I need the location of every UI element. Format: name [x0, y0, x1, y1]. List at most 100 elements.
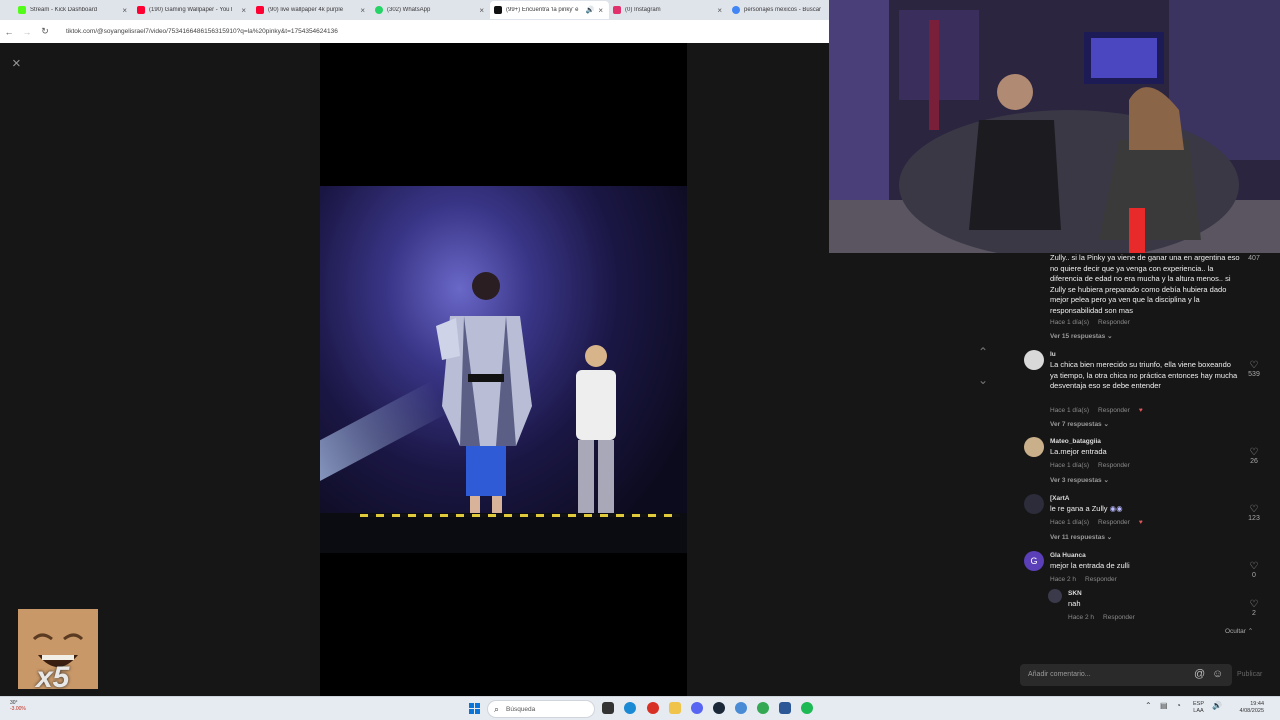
reply-meta: Hace 2 h Responder — [1068, 614, 1135, 621]
comment-username[interactable]: lu — [1050, 351, 1056, 358]
like-count: 539 — [1248, 371, 1260, 378]
emoji-icon[interactable]: ☺ — [1212, 668, 1223, 680]
app-icon[interactable] — [735, 702, 747, 714]
tab-whatsapp[interactable]: (302) WhatsApp × — [371, 1, 490, 19]
search-icon: ⌕ — [494, 704, 500, 714]
taskbar-search[interactable]: ⌕ Búsqueda — [487, 700, 595, 718]
avatar[interactable] — [1048, 589, 1062, 603]
clock[interactable]: 19:44 4/08/2025 — [1228, 701, 1264, 715]
reply-button[interactable]: Responder — [1103, 614, 1135, 621]
webcam-overlay — [829, 0, 1280, 253]
network-icon[interactable]: ▤ — [1160, 701, 1168, 710]
avatar[interactable] — [1024, 437, 1044, 457]
reply-button[interactable]: Responder — [1098, 519, 1130, 526]
heart-icon: ♡ — [1249, 360, 1259, 371]
view-replies-button[interactable]: Ver 7 respuestas ⌄ — [1050, 420, 1109, 428]
stage-stripe — [360, 514, 680, 517]
folder-icon[interactable] — [669, 702, 681, 714]
weather-change: -3.00% — [10, 706, 26, 712]
close-icon[interactable]: × — [717, 6, 722, 15]
forward-icon[interactable]: → — [18, 27, 36, 37]
reply-text: nah — [1068, 599, 1081, 608]
tab-title: personajes mexicos - Buscar — [744, 7, 822, 13]
view-replies-button[interactable]: Ver 15 respuestas ⌄ — [1050, 332, 1113, 340]
view-replies-button[interactable]: Ver 11 respuestas ⌄ — [1050, 533, 1112, 541]
tab-title: (0) Instagram — [625, 7, 661, 13]
clock-date: 4/08/2025 — [1239, 708, 1264, 714]
weather-widget[interactable]: 30° -3.00% — [10, 700, 26, 712]
spotify-icon[interactable] — [801, 702, 813, 714]
like-button[interactable]: ♡ 123 — [1240, 504, 1268, 522]
app-icon[interactable] — [779, 702, 791, 714]
tab-kick-dashboard[interactable]: Stream - Kick Dashboard × — [14, 1, 133, 19]
task-view-icon[interactable] — [602, 702, 614, 714]
close-icon[interactable]: × — [598, 6, 603, 15]
emote-overlay: x5 — [18, 609, 98, 689]
like-button[interactable]: ♡ 539 — [1240, 360, 1268, 378]
like-count: 407 — [1248, 255, 1260, 262]
creator-liked-icon: ♥ — [1138, 407, 1143, 414]
heart-icon: ♡ — [1249, 561, 1259, 572]
close-icon[interactable]: × — [12, 55, 21, 72]
video-nav: ⌃ ⌄ — [978, 338, 988, 394]
comment-time: Hace 1 día(s) — [1050, 462, 1090, 469]
volume-icon[interactable]: 🔊 — [1212, 701, 1222, 710]
like-count: 26 — [1250, 458, 1258, 465]
chevron-down-icon[interactable]: ⌄ — [978, 366, 988, 394]
back-icon[interactable]: ← — [0, 27, 18, 37]
tab-gaming-wallpaper[interactable]: (190) Gaming Wallpaper - YouT × — [133, 1, 252, 19]
reply-button[interactable]: Responder — [1098, 462, 1130, 469]
avatar[interactable]: G — [1024, 551, 1044, 571]
comment-username[interactable]: Mateo_bataggiia — [1050, 438, 1101, 445]
comment-username[interactable]: Gla Huanca — [1050, 552, 1086, 559]
url-input[interactable]: tiktok.com/@soyangelisrael7/video/753416… — [66, 28, 338, 35]
hide-replies-button[interactable]: Ocultar ⌃ — [1225, 627, 1253, 635]
edge-icon[interactable] — [624, 702, 636, 714]
tab-google-search[interactable]: personajes mexicos - Buscar — [728, 1, 828, 19]
windows-start-icon[interactable] — [469, 703, 480, 714]
steam-icon[interactable] — [713, 702, 725, 714]
close-icon[interactable]: × — [360, 6, 365, 15]
view-replies-button[interactable]: Ver 3 respuestas ⌄ — [1050, 476, 1109, 484]
like-button[interactable]: ♡ 0 — [1240, 561, 1268, 579]
publish-button[interactable]: Publicar — [1237, 671, 1262, 678]
reply-button[interactable]: Responder — [1098, 407, 1130, 414]
like-button[interactable]: ♡ 26 — [1240, 447, 1268, 465]
comment-time: Hace 1 día(s) — [1050, 319, 1090, 326]
tab-instagram[interactable]: (0) Instagram × — [609, 1, 728, 19]
chevron-up-icon[interactable]: ⌃ — [978, 338, 988, 366]
comment-text: La.mejor entrada — [1050, 447, 1107, 456]
tab-live-wallpaper[interactable]: (90) live wallpaper 4k purple × — [252, 1, 371, 19]
video-player[interactable] — [320, 43, 687, 696]
comment-time: Hace 2 h — [1050, 576, 1077, 583]
like-count: 0 — [1252, 572, 1256, 579]
tab-tiktok[interactable]: (99+) Encuentra 'la pinky' e 🔊 × — [490, 1, 609, 19]
close-icon[interactable]: × — [479, 6, 484, 15]
chrome-icon[interactable] — [757, 702, 769, 714]
entourage-figure — [576, 345, 616, 516]
wifi-icon[interactable]: ◔ — [1176, 701, 1181, 710]
comment-text: Zully.. si la Pinky ya viene de ganar un… — [1050, 253, 1240, 315]
address-bar: ← → ↻ tiktok.com/@soyangelisrael7/video/… — [0, 20, 829, 43]
close-icon[interactable]: × — [122, 6, 127, 15]
reply-button[interactable]: Responder — [1085, 576, 1117, 583]
like-button[interactable]: ♡ 2 — [1240, 599, 1268, 617]
reply-button[interactable]: Responder — [1098, 319, 1130, 326]
reply-time: Hace 2 h — [1068, 614, 1095, 621]
reply-username[interactable]: SKN — [1068, 590, 1082, 597]
chrome-icon[interactable] — [647, 702, 659, 714]
reload-icon[interactable]: ↻ — [36, 26, 54, 37]
comment-meta: Hace 1 día(s) Responder — [1050, 319, 1130, 326]
comment-username[interactable]: [XartA — [1050, 495, 1070, 502]
close-icon[interactable]: × — [241, 6, 246, 15]
comment-input[interactable]: Añadir comentario... @ ☺ — [1020, 664, 1232, 686]
audio-icon[interactable]: 🔊 — [586, 6, 595, 14]
mention-icon[interactable]: @ — [1194, 668, 1205, 680]
discord-icon[interactable] — [691, 702, 703, 714]
language-indicator[interactable]: ESP LAA — [1193, 701, 1204, 715]
avatar[interactable] — [1024, 350, 1044, 370]
avatar[interactable] — [1024, 494, 1044, 514]
comment-meta: Hace 1 día(s) Responder ♥ — [1050, 519, 1143, 526]
stage-floor — [320, 513, 687, 553]
chevron-up-icon[interactable]: ⌃ — [1145, 701, 1152, 710]
